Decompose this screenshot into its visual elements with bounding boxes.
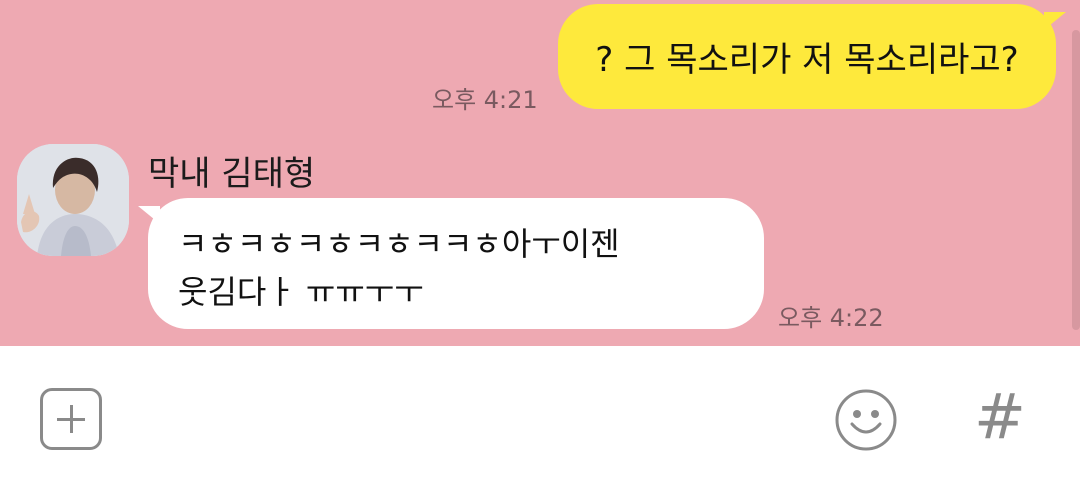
emoji-icon[interactable] [834, 388, 898, 452]
plus-vertical-stroke [70, 405, 73, 433]
sender-name: 막내 김태형 [148, 154, 316, 194]
incoming-message-text: ㅋㅎㅋㅎㅋㅎㅋㅎㅋㅋㅎ아ㅜ이젠 웃김다ㅏ ㅠㅠㅜㅜ [178, 225, 620, 311]
chat-screen: ? 그 목소리가 저 목소리라고? 오후 4:21 막내 김태형 ㅋㅎㅋㅎㅋㅎㅋ… [0, 0, 1080, 491]
smiley-glyph [835, 389, 897, 451]
chat-scrollbar[interactable] [1072, 30, 1080, 330]
plus-icon[interactable] [40, 388, 102, 450]
bubble-tail [138, 206, 160, 224]
avatar-photo [17, 144, 129, 256]
avatar[interactable] [17, 144, 129, 256]
message-timestamp: 오후 4:21 [432, 86, 538, 114]
incoming-message-bubble[interactable]: ㅋㅎㅋㅎㅋㅎㅋㅎㅋㅋㅎ아ㅜ이젠 웃김다ㅏ ㅠㅠㅜㅜ [138, 198, 764, 329]
hash-icon[interactable]: # [972, 382, 1028, 452]
message-input-bar: # [0, 346, 1080, 491]
outgoing-message-bubble[interactable]: ? 그 목소리가 저 목소리라고? [558, 4, 1066, 109]
outgoing-message-text: ? 그 목소리가 저 목소리라고? [595, 40, 1019, 80]
bubble-tail [1044, 12, 1066, 30]
chat-message-area[interactable]: ? 그 목소리가 저 목소리라고? 오후 4:21 막내 김태형 ㅋㅎㅋㅎㅋㅎㅋ… [0, 0, 1080, 346]
message-timestamp: 오후 4:22 [778, 304, 884, 332]
